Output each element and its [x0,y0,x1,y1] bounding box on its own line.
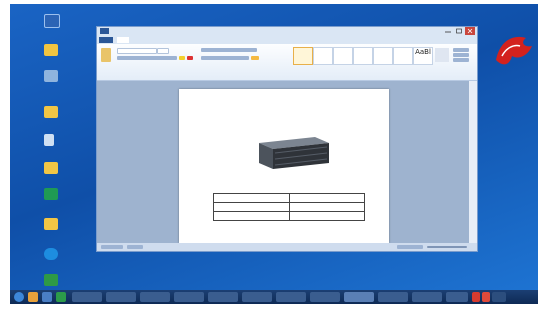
tab-home[interactable] [117,37,129,43]
tab-review[interactable] [203,37,215,43]
ribbon: AaBl [97,44,477,81]
taskbar-app-icon[interactable] [42,292,52,302]
editing-group[interactable] [453,48,471,62]
style-subtitle[interactable]: AaBl [413,47,433,65]
document-page[interactable] [179,89,389,243]
word-count-status [127,245,143,249]
page-count-status [101,245,123,249]
tab-mailings[interactable] [187,37,199,43]
style-heading-2[interactable] [353,47,373,65]
font-size-box[interactable] [157,48,169,54]
folder-icon[interactable] [44,106,58,118]
taskbar-window-button[interactable] [208,292,238,302]
screen: AaBl [0,0,546,312]
table-cell [288,193,365,203]
zoom-slider[interactable] [427,246,467,248]
logo-text [494,71,534,79]
title-bar[interactable] [97,27,477,36]
word-window[interactable]: AaBl [96,26,478,252]
taskbar-window-button[interactable] [174,292,204,302]
taskbar [10,290,538,304]
highlight-color-icon[interactable] [179,56,185,60]
tray-icons[interactable] [492,292,506,302]
style-heading-1[interactable] [333,47,353,65]
tab-page-layout[interactable] [149,37,167,43]
table-cell [213,193,290,203]
tray-icon[interactable] [472,292,480,302]
style-no-spacing[interactable] [313,47,333,65]
taskbar-window-button[interactable] [344,292,374,302]
table-row [213,202,365,212]
word-app-icon [100,28,109,34]
style-heading-3[interactable] [373,47,393,65]
qq-icon[interactable] [44,248,58,260]
folder-icon[interactable] [44,162,58,174]
taskbar-clock[interactable] [510,292,536,302]
taskbar-window-button[interactable] [72,292,102,302]
user-folder-icon[interactable] [44,44,58,56]
table-cell [288,202,365,212]
maximize-button[interactable] [454,27,464,35]
font-format-buttons[interactable] [117,56,177,60]
minimize-button[interactable] [443,27,453,35]
tab-insert[interactable] [133,37,145,43]
style-normal[interactable] [293,47,313,65]
brand-logo [496,36,532,65]
taskbar-app-icon[interactable] [28,292,38,302]
quick-access-toolbar[interactable] [113,28,183,34]
paste-icon[interactable] [101,48,111,62]
taskbar-app-icon[interactable] [56,292,66,302]
taskbar-window-button[interactable] [378,292,408,302]
font-color-icon[interactable] [187,56,193,60]
table-row [213,211,365,221]
document-workspace [97,81,477,243]
font-name-box[interactable] [117,48,157,54]
server-image [259,137,329,169]
computer-icon[interactable] [44,14,60,28]
alignment-buttons[interactable] [201,56,249,60]
view-buttons[interactable] [397,245,423,249]
taskbar-window-button[interactable] [242,292,272,302]
style-title[interactable] [393,47,413,65]
table-row [213,193,365,203]
taskbar-window-button[interactable] [446,292,468,302]
table-cell [213,202,290,212]
document-heading [213,109,333,117]
window-title [247,28,327,34]
tray-icon[interactable] [482,292,490,302]
status-bar [97,243,477,251]
ribbon-tabs [97,36,477,44]
paragraph-buttons[interactable] [201,48,257,52]
taskbar-window-button[interactable] [276,292,306,302]
folder-icon[interactable] [44,218,58,230]
change-styles-icon[interactable] [435,48,449,62]
tab-references[interactable] [171,37,183,43]
excel-icon[interactable] [44,274,58,286]
feature-table [213,193,365,221]
recycle-bin-icon[interactable] [44,134,54,146]
table-cell [288,211,365,221]
close-button[interactable] [465,27,475,35]
taskbar-window-button[interactable] [310,292,340,302]
taskbar-window-button[interactable] [106,292,136,302]
start-button[interactable] [14,292,24,302]
vertical-scrollbar[interactable] [469,81,477,243]
network-icon[interactable] [44,70,58,82]
taskbar-window-button[interactable] [412,292,442,302]
table-cell [213,211,290,221]
taskbar-window-button[interactable] [140,292,170,302]
desktop: AaBl [10,4,538,298]
app-icon[interactable] [44,188,58,200]
tab-file[interactable] [99,37,113,43]
paragraph-shading-icon[interactable] [251,56,259,60]
